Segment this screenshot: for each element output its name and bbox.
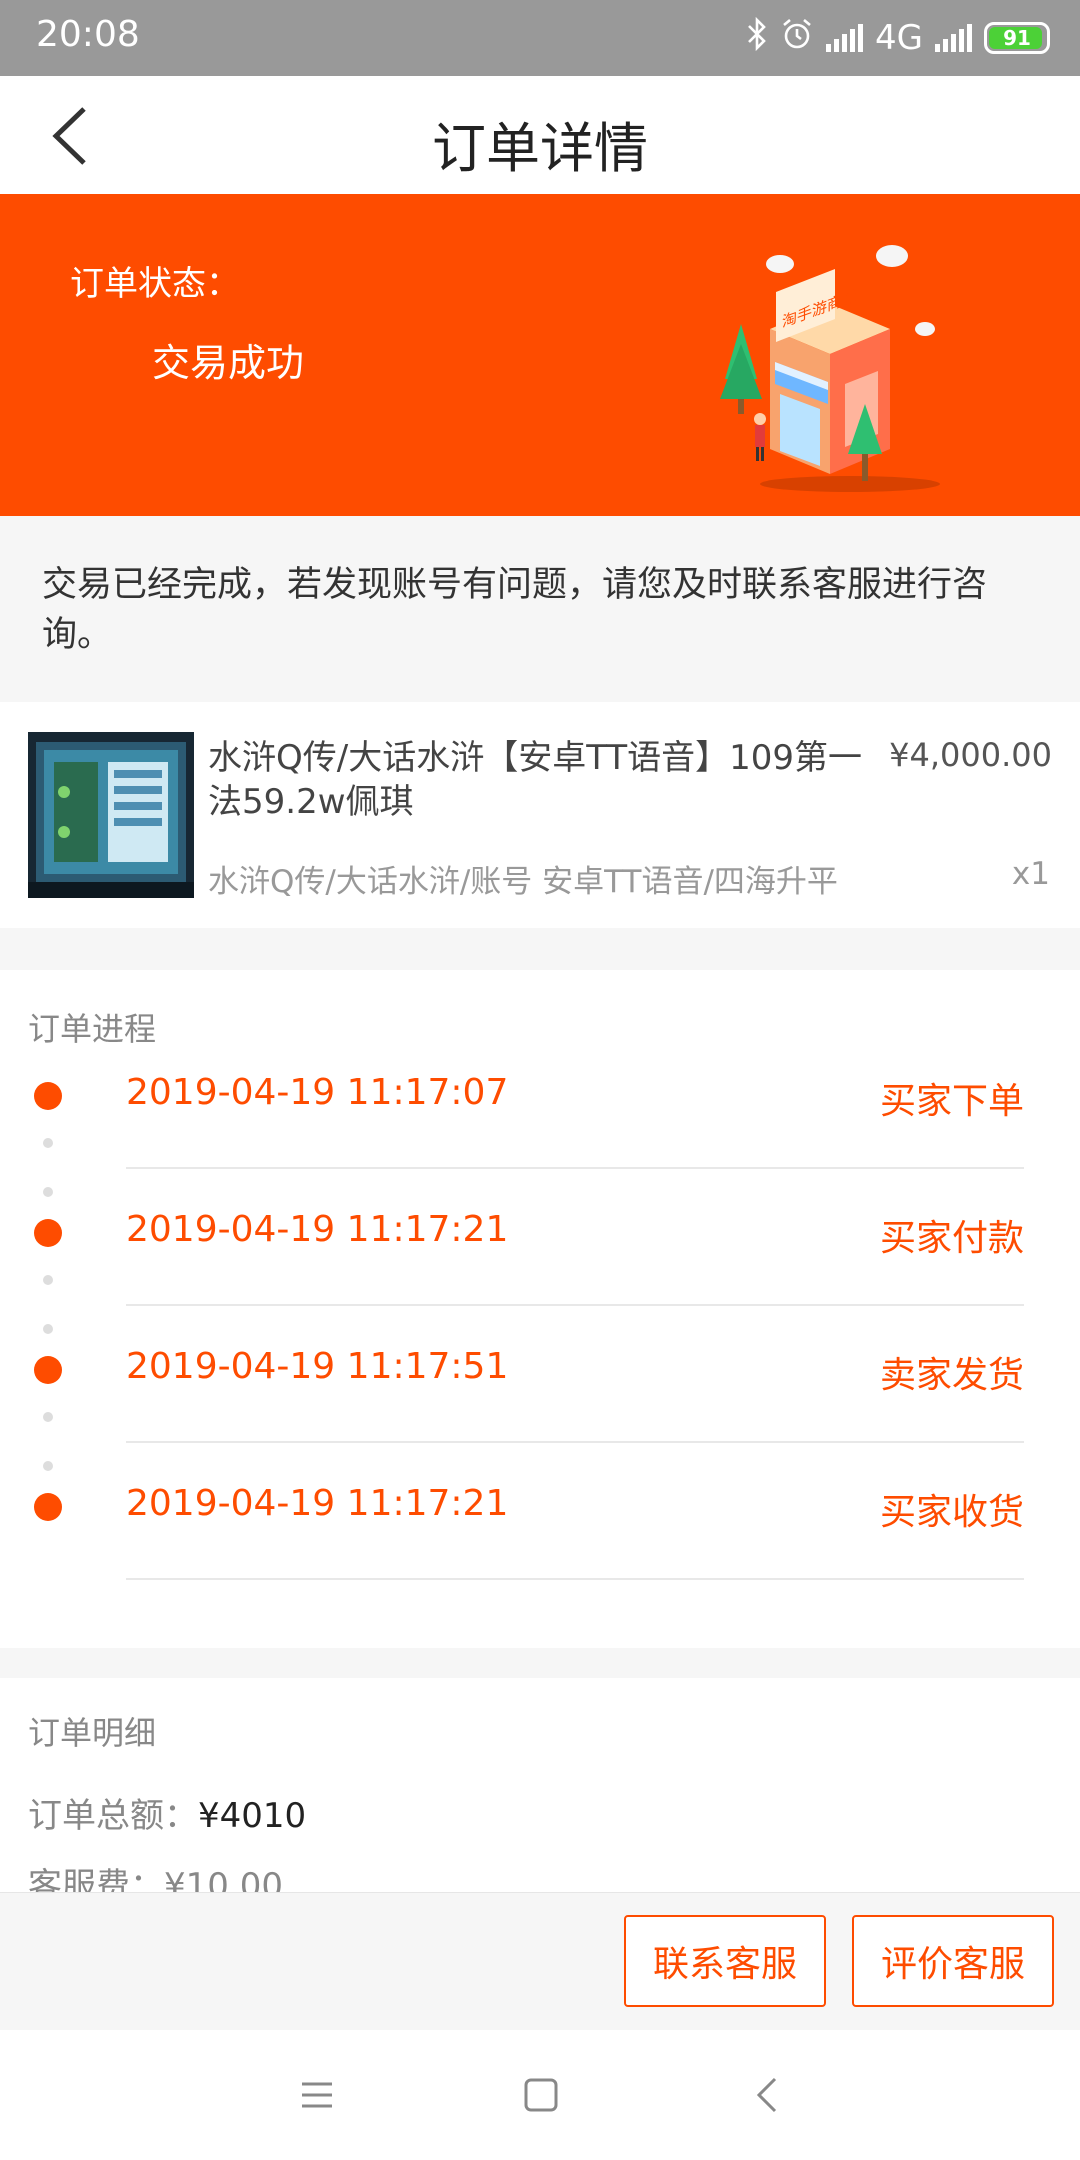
step-time: 2019-04-19 11:17:21 bbox=[126, 1483, 509, 1524]
app-header: 订单详情 bbox=[0, 76, 1080, 194]
service-fee-label: 客服费： bbox=[28, 1866, 164, 1892]
details-title: 订单明细 bbox=[28, 1714, 157, 1752]
order-details-section: 订单明细 订单总额：¥4010 客服费：¥10.00 bbox=[0, 1678, 1080, 1892]
step-dot-icon bbox=[34, 1493, 62, 1521]
contact-service-button[interactable]: 联系客服 bbox=[624, 1915, 826, 2007]
battery-level: 91 bbox=[1003, 26, 1031, 50]
order-status-label: 订单状态： bbox=[70, 264, 240, 304]
status-icons: 4G 91 bbox=[746, 14, 1050, 62]
back-nav-button[interactable] bbox=[732, 2060, 802, 2130]
step-label: 买家收货 bbox=[879, 1492, 1024, 1533]
status-time: 20:08 bbox=[36, 14, 140, 55]
signal-icon-2 bbox=[935, 24, 972, 52]
back-chevron-icon bbox=[756, 2077, 777, 2113]
notice-text: 交易已经完成，若发现账号有问题，请您及时联系客服进行咨询。 bbox=[42, 565, 988, 655]
product-category: 水浒Q传/大话水浒/账号 安卓TT语音/四海升平 bbox=[208, 864, 838, 900]
step-dot-icon bbox=[34, 1082, 62, 1110]
step-label: 买家付款 bbox=[879, 1218, 1024, 1259]
step-time: 2019-04-19 11:17:51 bbox=[126, 1346, 509, 1387]
progress-step: 2019-04-19 11:17:07 买家下单 bbox=[0, 1032, 1080, 1169]
menu-nav-button[interactable] bbox=[282, 2060, 352, 2130]
step-dot-icon bbox=[34, 1356, 62, 1384]
completion-notice: 交易已经完成，若发现账号有问题，请您及时联系客服进行咨询。 bbox=[0, 516, 1080, 702]
order-total-row: 订单总额：¥4010 bbox=[28, 1788, 306, 1837]
order-progress-section: 订单进程 2019-04-19 11:17:07 买家下单 2019-04-19… bbox=[0, 970, 1080, 1648]
step-label: 买家下单 bbox=[879, 1081, 1024, 1122]
system-nav-bar bbox=[0, 2030, 1080, 2160]
order-total-value: ¥4010 bbox=[198, 1796, 307, 1836]
shop-illustration-icon: 淘手游商城 bbox=[720, 245, 940, 492]
progress-step: 2019-04-19 11:17:51 卖家发货 bbox=[0, 1306, 1080, 1443]
rate-service-button[interactable]: 评价客服 bbox=[852, 1915, 1054, 2007]
service-fee-row: 客服费：¥10.00 bbox=[28, 1858, 283, 1892]
product-quantity: x1 bbox=[1011, 856, 1050, 892]
order-status-banner: 订单状态： 交易成功 淘手游商城 bbox=[0, 194, 1080, 516]
home-square-icon bbox=[524, 2078, 558, 2112]
step-time: 2019-04-19 11:17:07 bbox=[126, 1072, 509, 1113]
bluetooth-icon bbox=[746, 16, 768, 60]
network-type: 4G bbox=[875, 18, 923, 58]
order-status-value: 交易成功 bbox=[152, 341, 305, 385]
product-thumbnail bbox=[28, 732, 194, 898]
bottom-action-bar: 联系客服 评价客服 bbox=[0, 1892, 1080, 2030]
step-label: 卖家发货 bbox=[879, 1355, 1024, 1396]
home-nav-button[interactable] bbox=[506, 2060, 576, 2130]
progress-step: 2019-04-19 11:17:21 买家付款 bbox=[0, 1169, 1080, 1306]
step-dot-icon bbox=[34, 1219, 62, 1247]
menu-icon bbox=[302, 2082, 332, 2108]
product-title: 水浒Q传/大话水浒【安卓TT语音】109第一法59.2w佩琪 bbox=[208, 738, 863, 822]
divider bbox=[126, 1578, 1024, 1580]
step-time: 2019-04-19 11:17:21 bbox=[126, 1209, 509, 1250]
alarm-icon bbox=[780, 17, 814, 60]
progress-step: 2019-04-19 11:17:21 买家收货 bbox=[0, 1443, 1080, 1580]
page-title: 订单详情 bbox=[432, 117, 648, 180]
order-total-label: 订单总额： bbox=[28, 1796, 198, 1836]
signal-icon bbox=[826, 24, 864, 52]
status-bar: 20:08 4G 91 bbox=[0, 0, 1080, 76]
product-price: ¥4,000.00 bbox=[889, 736, 1052, 774]
service-fee-value: ¥10.00 bbox=[164, 1866, 283, 1892]
product-image-icon bbox=[28, 732, 194, 898]
battery-icon: 91 bbox=[984, 22, 1050, 54]
product-card[interactable]: 水浒Q传/大话水浒【安卓TT语音】109第一法59.2w佩琪 ¥4,000.00… bbox=[0, 702, 1080, 928]
